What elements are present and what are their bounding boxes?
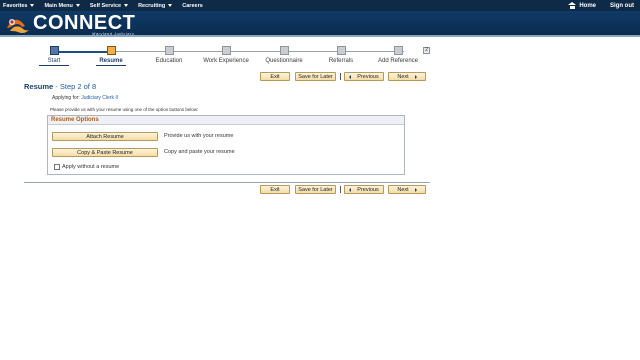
save-for-later-button-top[interactable]: Save for Later [295, 72, 336, 81]
tracker-step-start[interactable]: Start [24, 44, 84, 66]
application-progress-tracker: Start Resume Education Work Experience Q… [24, 44, 430, 68]
step-marker [279, 46, 289, 55]
step-underline [96, 65, 126, 66]
step-marker [221, 46, 231, 55]
chevron-down-icon [168, 4, 173, 7]
arrow-right-icon [414, 187, 417, 192]
step-label: Resume [99, 58, 123, 64]
nav-careers-label: Careers [182, 2, 203, 9]
tracker-step-referrals[interactable]: Referrals [311, 44, 371, 64]
apply-without-resume-checkbox[interactable] [54, 164, 60, 170]
page-title-main: Resume [24, 82, 54, 91]
tracker-step-add-reference[interactable]: Add Reference [368, 44, 428, 64]
nav-recruiting[interactable]: Recruiting [138, 2, 173, 9]
exit-button-bottom[interactable]: Exit [260, 185, 290, 194]
nav-main-menu[interactable]: Main Menu [44, 2, 80, 9]
save-for-later-label: Save for Later [298, 186, 333, 193]
tracker-step-work-experience[interactable]: Work Experience [196, 44, 256, 64]
exit-label: Exit [270, 186, 280, 193]
step-label: Add Reference [377, 58, 419, 64]
resume-options-panel: Resume Options Attach Resume Provide us … [47, 115, 405, 175]
nav-main-menu-label: Main Menu [44, 2, 73, 9]
sign-out-label: Sign out [610, 2, 634, 9]
step-label: Work Experience [203, 58, 249, 64]
nav-right-group: Home Sign out [554, 0, 634, 11]
previous-button-bottom[interactable]: Previous [344, 185, 384, 194]
top-nav-bar: Favorites Main Menu Self Service Recruit… [0, 0, 640, 11]
button-separator [340, 73, 341, 80]
page-step-indicator: - Step 2 of 8 [53, 82, 97, 91]
applying-for: Applying for: Judiciary Clerk II [52, 95, 118, 101]
chevron-down-icon [124, 4, 129, 7]
step-marker [336, 46, 346, 55]
nav-menu-list: Favorites Main Menu Self Service Recruit… [0, 3, 213, 9]
arrow-left-icon [349, 187, 352, 192]
step-marker [106, 46, 116, 55]
instructions-text: Please provide us with your resume using… [50, 107, 199, 112]
button-separator [340, 186, 341, 193]
attach-resume-label: Attach Resume [86, 133, 124, 140]
step-label: Education [155, 58, 183, 64]
maryland-seal-icon [7, 19, 29, 34]
home-link[interactable]: Home [568, 2, 596, 9]
step-marker [164, 46, 174, 55]
apply-without-resume-label[interactable]: Apply without a resume [62, 164, 119, 170]
next-button-top[interactable]: Next [388, 72, 426, 81]
step-label: Questionnaire [265, 58, 303, 64]
copy-paste-resume-label: Copy & Paste Resume [77, 149, 133, 156]
header-banner: CONNECT Maryland Judiciary [0, 11, 640, 37]
applying-for-label: Applying for: [52, 95, 82, 101]
arrow-right-icon [414, 74, 417, 79]
next-label: Next [397, 73, 409, 80]
page-title: Resume - Step 2 of 8 [24, 82, 96, 91]
attach-resume-button[interactable]: Attach Resume [52, 132, 158, 141]
nav-careers[interactable]: Careers [182, 3, 203, 9]
nav-self-service[interactable]: Self Service [89, 2, 129, 9]
home-icon [568, 2, 577, 9]
save-for-later-button-bottom[interactable]: Save for Later [295, 185, 336, 194]
step-marker [393, 46, 403, 55]
previous-label: Previous [357, 73, 379, 80]
nav-favorites-label: Favorites [3, 2, 28, 9]
chevron-down-icon [30, 4, 35, 7]
nav-self-service-label: Self Service [89, 2, 122, 9]
attach-resume-description: Provide us with your resume [164, 133, 234, 139]
copy-paste-resume-button[interactable]: Copy & Paste Resume [52, 148, 158, 157]
job-title-link[interactable]: Judiciary Clerk II [81, 95, 118, 101]
exit-label: Exit [270, 73, 280, 80]
resume-options-header: Resume Options [48, 116, 404, 125]
nav-recruiting-label: Recruiting [138, 2, 166, 9]
tracker-more-steps-icon[interactable]: 2 [423, 47, 430, 54]
save-for-later-label: Save for Later [298, 73, 333, 80]
step-underline [39, 65, 69, 66]
previous-button-top[interactable]: Previous [344, 72, 384, 81]
step-label: Start [47, 58, 61, 64]
section-divider [24, 182, 430, 183]
exit-button-top[interactable]: Exit [260, 72, 290, 81]
logo-subtitle: Maryland Judiciary [92, 31, 135, 36]
next-button-bottom[interactable]: Next [388, 185, 426, 194]
copy-paste-resume-description: Copy and paste your resume [164, 149, 235, 155]
step-label: Referrals [328, 58, 354, 64]
chevron-down-icon [75, 4, 80, 7]
previous-label: Previous [357, 186, 379, 193]
next-label: Next [397, 186, 409, 193]
step-marker [49, 46, 59, 55]
sign-out-link[interactable]: Sign out [610, 3, 634, 9]
arrow-left-icon [349, 74, 352, 79]
home-label: Home [579, 2, 596, 9]
tracker-step-questionnaire[interactable]: Questionnaire [254, 44, 314, 64]
nav-favorites[interactable]: Favorites [3, 2, 35, 9]
tracker-step-resume[interactable]: Resume [81, 44, 141, 66]
tracker-step-education[interactable]: Education [139, 44, 199, 64]
